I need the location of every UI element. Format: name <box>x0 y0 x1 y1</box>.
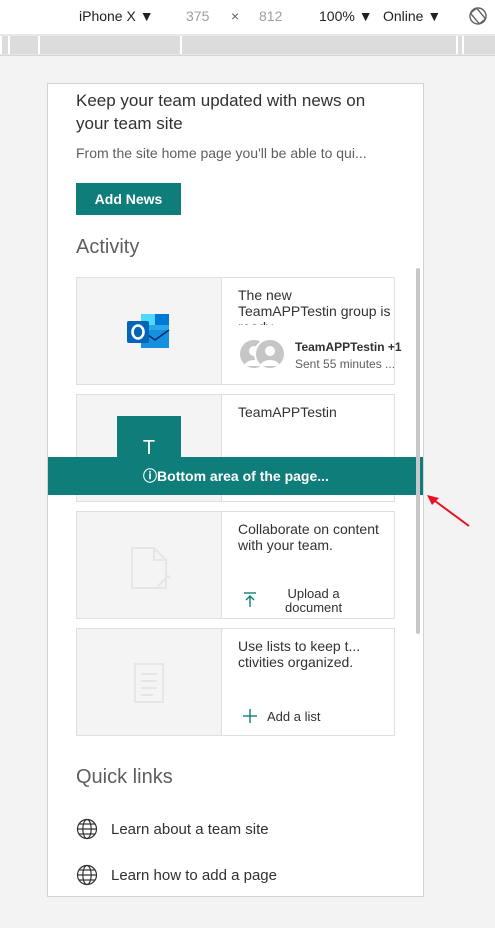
upload-icon[interactable] <box>243 592 257 608</box>
height-input[interactable]: 812 <box>259 8 282 24</box>
quick-link-item[interactable]: Learn how to add a page <box>76 864 376 888</box>
avatar <box>254 338 286 370</box>
card-thumbnail <box>77 629 222 735</box>
card-text: Use lists to keep t... ctivities organiz… <box>238 638 361 670</box>
card-thumbnail <box>77 278 222 384</box>
media-query-ruler <box>0 34 495 56</box>
banner-text: Bottom area of the page... <box>157 468 329 484</box>
globe-icon <box>76 818 98 840</box>
upload-document-button[interactable]: Upload a document <box>285 587 342 615</box>
width-input[interactable]: 375 <box>186 8 209 24</box>
dimension-separator: × <box>231 8 240 24</box>
info-icon: ⓘ <box>143 468 158 484</box>
outlook-icon <box>127 314 170 348</box>
card-text: TeamAPPTestin <box>238 404 337 420</box>
upload-document-label-line2: document <box>285 600 343 615</box>
card-text: Collaborate on content with your team. <box>238 521 379 553</box>
persona: TeamAPPTestin +1 Sent 55 minutes ... <box>238 338 402 374</box>
rotate-icon[interactable] <box>468 6 488 26</box>
persona-name: TeamAPPTestin +1 <box>295 340 402 354</box>
activity-card-outlook[interactable]: The new TeamAPPTestin group is ready Tea… <box>76 277 402 385</box>
network-throttle-select[interactable]: Online ▼ <box>383 8 441 24</box>
quick-links-title: Quick links <box>76 766 173 788</box>
device-select[interactable]: iPhone X ▼ <box>79 8 154 24</box>
news-description: From the site home page you'll be able t… <box>76 145 367 161</box>
quick-link-label: Learn how to add a page <box>111 867 277 884</box>
card-thumbnail <box>77 512 222 618</box>
quick-link-item[interactable]: Learn about a team site <box>76 818 376 842</box>
bottom-area-banner[interactable]: ⓘBottom area of the page... <box>48 457 423 495</box>
plus-icon[interactable] <box>243 709 257 723</box>
news-heading: Keep your team updated with news on your… <box>76 91 366 133</box>
globe-icon <box>76 864 98 886</box>
document-icon <box>131 547 170 589</box>
person-icon <box>260 346 280 366</box>
device-viewport: Keep your team updated with news on your… <box>47 83 424 897</box>
list-icon <box>134 663 164 703</box>
upload-document-label-line1: Upload a <box>287 586 340 601</box>
scrollbar[interactable] <box>416 268 420 634</box>
quick-link-label: Learn about a team site <box>111 821 269 838</box>
add-list-button[interactable]: Add a list <box>267 709 320 724</box>
persona-time: Sent 55 minutes ... <box>295 357 396 371</box>
activity-title: Activity <box>76 236 140 258</box>
activity-card-list: Use lists to keep t... ctivities organiz… <box>76 628 395 736</box>
zoom-select[interactable]: 100% ▼ <box>319 8 373 24</box>
activity-card-upload: Collaborate on content with your team. U… <box>76 511 395 619</box>
card-text: The new TeamAPPTestin group is ready <box>238 287 391 325</box>
devtools-toolbar: iPhone X ▼ 375 × 812 100% ▼ Online ▼ <box>0 0 495 34</box>
annotation-arrow-icon <box>427 495 470 527</box>
add-news-button[interactable]: Add News <box>76 183 181 215</box>
